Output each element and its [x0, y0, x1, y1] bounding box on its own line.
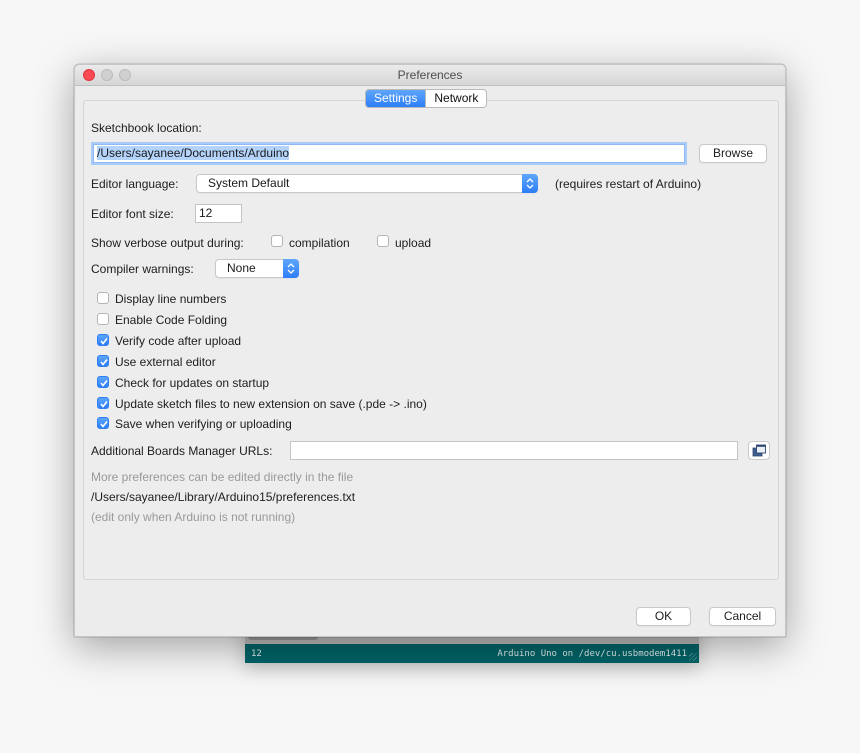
checkmark-icon	[100, 421, 108, 428]
ok-button[interactable]: OK	[636, 607, 691, 626]
compiler-warnings-label: Compiler warnings:	[91, 262, 194, 276]
checkmark-icon	[100, 380, 108, 387]
update-sketch-extension-checkbox[interactable]	[97, 397, 109, 409]
compiler-warnings-value: None	[227, 261, 256, 275]
maximize-window-button[interactable]	[119, 69, 131, 81]
tab-network[interactable]: Network	[425, 90, 487, 107]
preferences-dialog: Preferences Settings Network Sketchbook …	[74, 64, 786, 637]
edit-warning-note: (edit only when Arduino is not running)	[91, 510, 296, 524]
enable-code-folding-checkbox[interactable]	[97, 313, 109, 325]
status-line-number: 12	[251, 648, 262, 659]
editor-font-size-label: Editor font size:	[91, 207, 174, 221]
update-sketch-extension-label: Update sketch files to new extension on …	[115, 397, 427, 411]
settings-panel: Sketchbook location: /Users/sayanee/Docu…	[83, 100, 779, 580]
verify-after-upload-checkbox[interactable]	[97, 334, 109, 346]
verify-after-upload-label: Verify code after upload	[115, 334, 242, 348]
verbose-compilation-label: compilation	[289, 236, 350, 250]
edit-urls-button[interactable]	[748, 441, 770, 460]
tab-settings[interactable]: Settings	[366, 90, 426, 107]
verbose-output-label: Show verbose output during:	[91, 236, 244, 250]
minimize-window-button[interactable]	[101, 69, 113, 81]
boards-manager-urls-label: Additional Boards Manager URLs:	[91, 444, 273, 458]
browse-button[interactable]: Browse	[699, 144, 767, 163]
updown-arrows-icon	[522, 174, 538, 193]
preferences-file-path: /Users/sayanee/Library/Arduino15/prefere…	[91, 490, 356, 504]
tab-bar: Settings Network	[365, 89, 488, 108]
boards-manager-urls-input[interactable]	[290, 441, 738, 460]
check-updates-label: Check for updates on startup	[115, 376, 270, 390]
sketchbook-location-label: Sketchbook location:	[91, 121, 202, 135]
window-title: Preferences	[397, 68, 463, 82]
sketchbook-location-value: /Users/sayanee/Documents/Arduino	[97, 146, 290, 160]
checkmark-icon	[100, 359, 108, 366]
board-info: Arduino Uno on /dev/cu.usbmodem1411	[497, 648, 687, 659]
window-stack-icon	[752, 444, 766, 457]
compiler-warnings-select[interactable]: None	[215, 259, 299, 278]
checkmark-icon	[100, 401, 108, 408]
display-line-numbers-label: Display line numbers	[115, 292, 227, 306]
verbose-upload-label: upload	[395, 236, 432, 250]
cancel-button[interactable]: Cancel	[709, 607, 776, 626]
editor-language-select[interactable]: System Default	[196, 174, 538, 193]
title-bar: Preferences	[75, 65, 785, 86]
verbose-upload-checkbox[interactable]	[377, 235, 389, 247]
status-bar: 12 Arduino Uno on /dev/cu.usbmodem1411	[245, 644, 699, 663]
resize-grip-icon[interactable]	[689, 653, 697, 661]
more-preferences-note: More preferences can be edited directly …	[91, 470, 354, 484]
use-external-editor-checkbox[interactable]	[97, 355, 109, 367]
display-line-numbers-checkbox[interactable]	[97, 292, 109, 304]
editor-language-label: Editor language:	[91, 177, 179, 191]
use-external-editor-label: Use external editor	[115, 355, 216, 369]
sketchbook-location-input[interactable]: /Users/sayanee/Documents/Arduino	[93, 144, 685, 163]
editor-font-size-input[interactable]: 12	[195, 204, 242, 223]
save-when-verifying-checkbox[interactable]	[97, 417, 109, 429]
check-updates-checkbox[interactable]	[97, 376, 109, 388]
save-when-verifying-label: Save when verifying or uploading	[115, 417, 292, 431]
checkmark-icon	[100, 338, 108, 345]
updown-arrows-icon	[283, 259, 299, 278]
editor-language-value: System Default	[208, 176, 290, 190]
editor-language-note: (requires restart of Arduino)	[555, 177, 702, 191]
enable-code-folding-label: Enable Code Folding	[115, 313, 228, 327]
window-controls	[83, 69, 131, 81]
verbose-compilation-checkbox[interactable]	[271, 235, 283, 247]
close-window-button[interactable]	[83, 69, 95, 81]
